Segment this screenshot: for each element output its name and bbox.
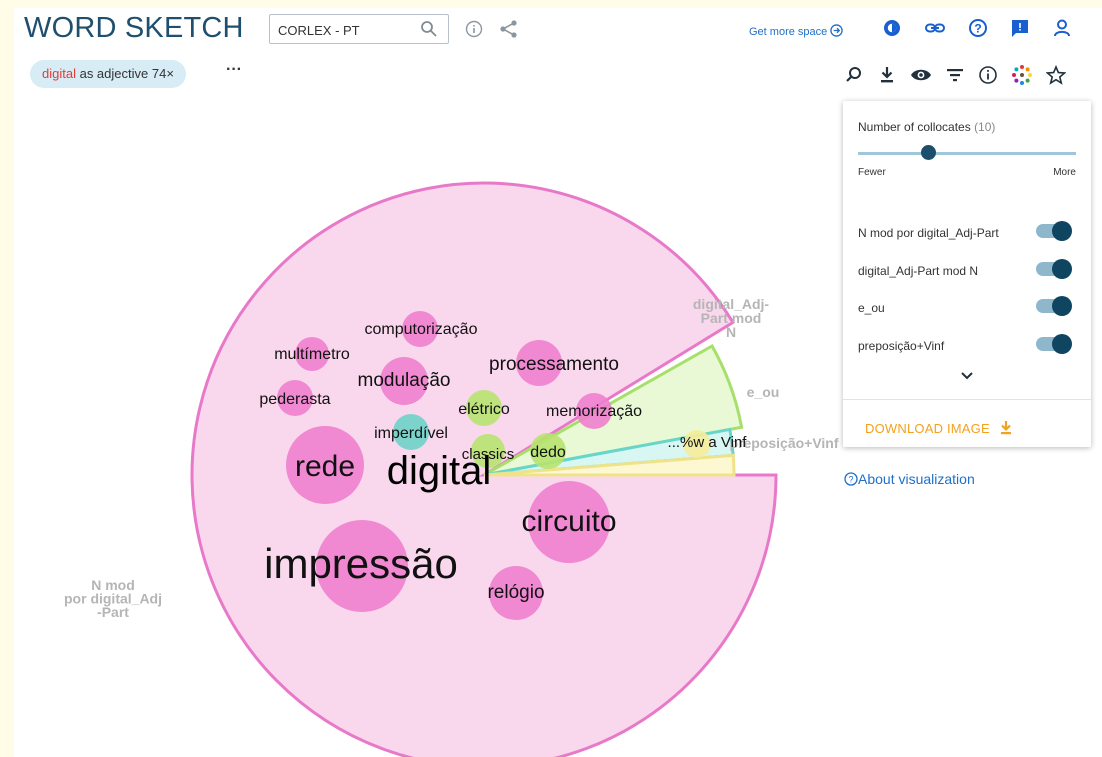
help-icon: ? (844, 472, 858, 486)
relation-label: preposição+Vinf (858, 339, 945, 353)
panel-divider (843, 399, 1091, 400)
relation-toggle[interactable] (1036, 221, 1072, 241)
collocate-word[interactable]: dedo (530, 444, 566, 461)
collocate-word[interactable]: modulação (358, 370, 451, 391)
collocates-title: Number of collocates (10) (858, 120, 995, 134)
collocates-slider-handle[interactable] (921, 145, 936, 160)
slider-fewer-label: Fewer (858, 167, 886, 178)
collocate-word[interactable]: elétrico (458, 401, 510, 418)
collocates-count: (10) (974, 120, 996, 134)
collocate-word[interactable]: multímetro (274, 346, 350, 363)
slider-more-label: More (1053, 167, 1076, 178)
relation-row: digital_Adj-Part mod N (858, 259, 1076, 279)
collocate-word[interactable]: relógio (487, 582, 544, 603)
word-sketch-page: WORD SKETCH CORLEX - PT Get more space ?… (14, 8, 1102, 757)
collocate-word[interactable]: rede (295, 450, 355, 483)
collocate-word[interactable]: impressão (264, 540, 458, 587)
relation-label: e_ou (858, 301, 885, 315)
relation-row: e_ou (858, 296, 1076, 316)
relation-label: e_ou (747, 384, 780, 400)
about-visualization-label: About visualization (858, 471, 975, 487)
center-word: digital (387, 449, 492, 493)
relation-toggle[interactable] (1036, 259, 1072, 279)
relation-label: -Part (97, 604, 129, 620)
collocate-word[interactable]: processamento (489, 354, 619, 375)
collocate-word[interactable]: circuito (521, 505, 616, 538)
collocate-word[interactable]: ...%w a Vinf (668, 434, 748, 451)
relation-toggle[interactable] (1036, 334, 1072, 354)
chevron-down-icon[interactable] (959, 369, 975, 387)
collocates-label: Number of collocates (858, 120, 971, 134)
relation-label: N mod por digital_Adj-Part (858, 226, 999, 240)
collocates-slider-track[interactable] (858, 152, 1076, 155)
collocate-word[interactable]: computorização (365, 321, 478, 338)
settings-panel: Number of collocates (10) Fewer More N m… (843, 101, 1091, 447)
collocate-word[interactable]: imperdível (374, 425, 448, 442)
collocate-word[interactable]: pederasta (259, 391, 330, 408)
relation-row: preposição+Vinf (858, 334, 1076, 354)
download-icon (1000, 421, 1011, 435)
relation-label: N (726, 324, 736, 340)
relation-row: N mod por digital_Adj-Part (858, 221, 1076, 241)
about-visualization-link[interactable]: ? About visualization (844, 471, 975, 487)
svg-text:?: ? (848, 475, 853, 485)
download-image-button[interactable]: DOWNLOAD IMAGE (865, 420, 1013, 436)
relation-toggle[interactable] (1036, 296, 1072, 316)
download-image-label: DOWNLOAD IMAGE (865, 421, 990, 436)
collocate-word[interactable]: memorização (546, 403, 642, 420)
relation-label: digital_Adj-Part mod N (858, 264, 979, 278)
